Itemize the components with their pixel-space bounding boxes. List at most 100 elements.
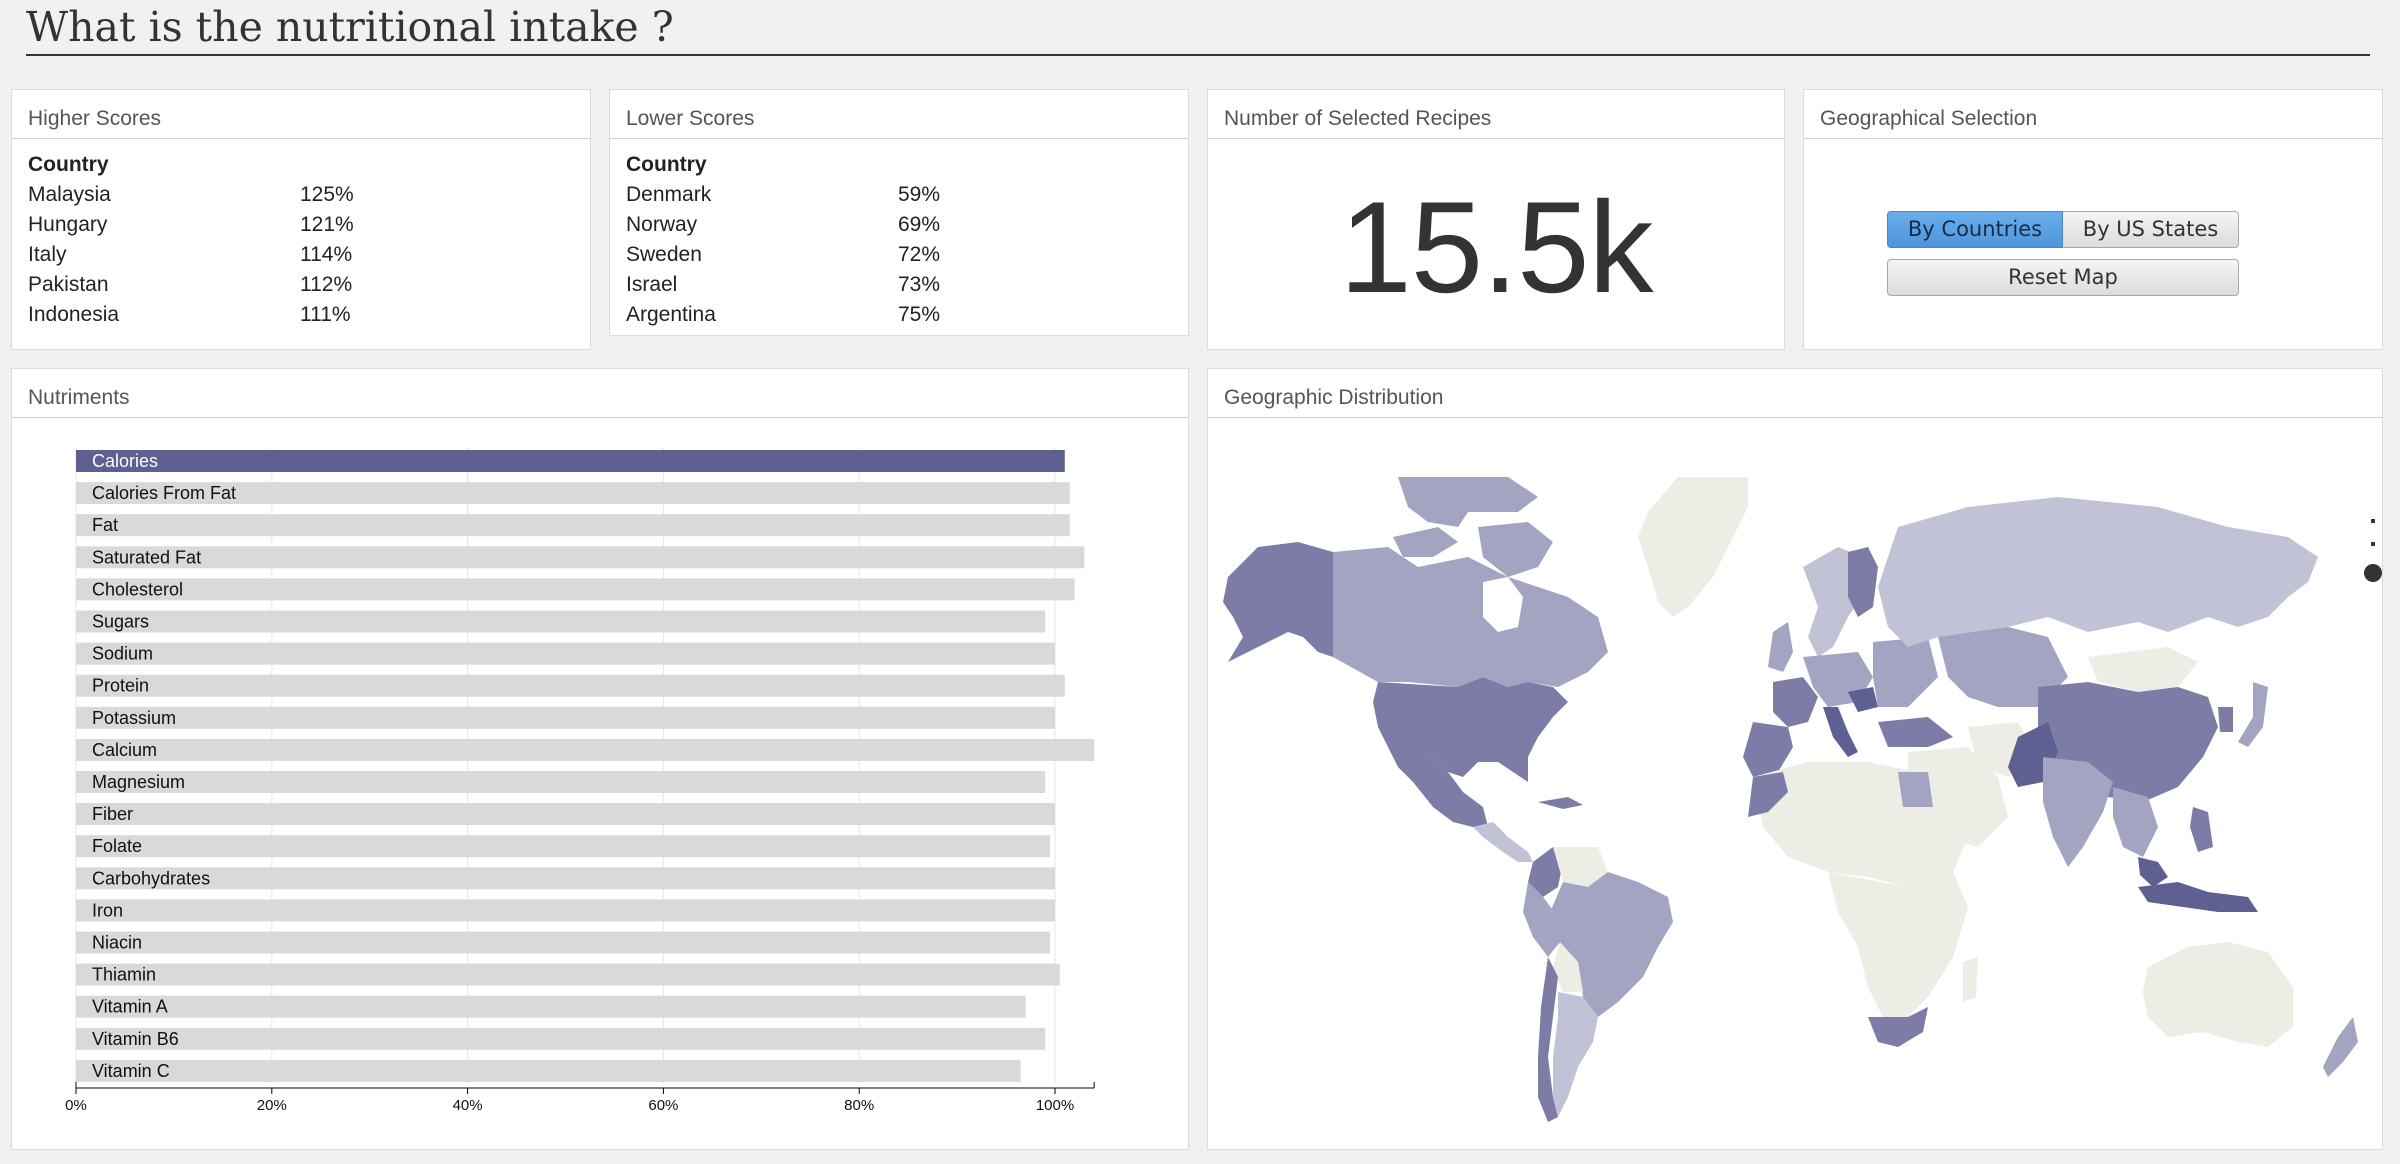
country-name: Pakistan [28, 273, 109, 296]
geo-distribution-header: Geographic Distribution [1208, 369, 2382, 418]
zoom-out-marker[interactable] [2371, 542, 2375, 546]
map-region-australia[interactable] [2143, 942, 2293, 1047]
map-region-arctic-islands[interactable] [1393, 527, 1458, 557]
lower-scores-panel: Lower Scores Country Denmark 59% Norway 69… [609, 89, 1189, 336]
bar-label: Calcium [92, 740, 157, 760]
bar-label: Niacin [92, 933, 142, 953]
bar-carbohydrates[interactable] [76, 867, 1055, 890]
map-region-arctic-islands[interactable] [1398, 477, 1538, 527]
bar-niacin[interactable] [76, 931, 1051, 954]
table-row[interactable]: Hungary 121% [28, 210, 354, 240]
zoom-in-marker[interactable] [2371, 519, 2375, 523]
map-region-france[interactable] [1773, 677, 1818, 727]
bar-thiamin[interactable] [76, 963, 1060, 986]
table-row[interactable]: Sweden 72% [626, 240, 940, 270]
bar-label: Magnesium [92, 772, 185, 792]
map-region-italy[interactable] [1823, 707, 1858, 757]
bar-sugars[interactable] [76, 610, 1046, 633]
table-row[interactable]: Denmark 59% [626, 180, 940, 210]
table-row[interactable]: Malaysia 125% [28, 180, 354, 210]
score-value: 73% [898, 273, 941, 296]
map-region-russia[interactable] [1878, 497, 2318, 647]
bar-label: Cholesterol [92, 579, 183, 599]
country-name: Norway [626, 213, 698, 236]
by-countries-button[interactable]: By Countries [1887, 211, 2063, 248]
bar-magnesium[interactable] [76, 771, 1046, 793]
map-region-uk[interactable] [1768, 622, 1793, 672]
country-name: Argentina [626, 303, 716, 326]
country-name: Hungary [28, 213, 108, 236]
bar-saturated-fat[interactable] [76, 546, 1085, 569]
map-region-alaska[interactable] [1223, 542, 1333, 662]
table-row[interactable]: Indonesia 111% [28, 300, 354, 330]
table-row[interactable]: Argentina 75% [626, 300, 940, 330]
map-region-greenland[interactable] [1638, 477, 1748, 617]
table-row[interactable]: Italy 114% [28, 240, 354, 270]
bar-iron[interactable] [76, 899, 1055, 922]
map-region-argentina[interactable] [1553, 992, 1598, 1117]
map-region-eastern-europe[interactable] [1873, 637, 1938, 707]
bar-label: Carbohydrates [92, 868, 210, 888]
map-zoom-controls[interactable] [2364, 519, 2382, 582]
bar-label: Sodium [92, 644, 153, 664]
bar-label: Protein [92, 676, 149, 696]
world-map[interactable] [1208, 417, 2382, 1149]
nutriments-header: Nutriments [12, 369, 1188, 418]
map-region-japan[interactable] [2238, 682, 2268, 747]
bar-label: Fiber [92, 804, 133, 824]
bar-fiber[interactable] [76, 803, 1055, 826]
bar-label: Potassium [92, 708, 176, 728]
x-tick-label: 40% [453, 1097, 483, 1114]
bar-label: Vitamin A [92, 997, 168, 1017]
map-region-turkey[interactable] [1878, 717, 1953, 747]
lower-scores-table: Country Denmark 59% Norway 69% Sweden 72% I… [626, 150, 940, 330]
map-region-central-africa[interactable] [1828, 872, 1968, 1017]
bar-calories[interactable] [76, 450, 1065, 472]
map-region-malaysia[interactable] [2138, 857, 2168, 887]
bar-label: Calories [92, 451, 158, 471]
bar-potassium[interactable] [76, 706, 1055, 729]
bar-label: Calories From Fat [92, 483, 236, 503]
map-region-caribbean[interactable] [1538, 797, 1583, 809]
map-region-egypt[interactable] [1898, 772, 1933, 807]
lower-scores-header: Lower Scores [610, 90, 1188, 139]
reset-map-button[interactable]: Reset Map [1887, 259, 2239, 296]
map-region-mongolia[interactable] [2088, 647, 2198, 692]
table-row[interactable]: Israel 73% [626, 270, 940, 300]
bar-label: Folate [92, 836, 142, 856]
map-region-central-america[interactable] [1473, 822, 1533, 862]
score-value: 121% [300, 213, 354, 236]
score-value: 112% [300, 273, 353, 296]
bar-sodium[interactable] [76, 642, 1055, 665]
zoom-handle[interactable] [2364, 564, 2382, 582]
score-value: 125% [300, 183, 354, 206]
x-tick-label: 80% [844, 1097, 874, 1114]
by-us-states-button[interactable]: By US States [2063, 211, 2239, 248]
map-region-new-zealand[interactable] [2323, 1017, 2358, 1077]
map-region-indonesia[interactable] [2138, 882, 2258, 912]
bar-vitamin-a[interactable] [76, 995, 1026, 1018]
bar-fat[interactable] [76, 514, 1070, 537]
map-countries [1223, 477, 2358, 1122]
bar-vitamin-b6[interactable] [76, 1027, 1046, 1050]
table-row[interactable]: Norway 69% [626, 210, 940, 240]
map-region-madagascar[interactable] [1963, 957, 1978, 1002]
geo-mode-toggle: By Countries By US States [1887, 211, 2239, 248]
country-name: Sweden [626, 243, 702, 266]
bar-calcium[interactable] [76, 738, 1095, 761]
bar-protein[interactable] [76, 674, 1065, 697]
score-value: 111% [300, 303, 351, 326]
x-tick-label: 100% [1036, 1097, 1074, 1114]
country-name: Indonesia [28, 303, 120, 326]
map-region-philippines[interactable] [2190, 807, 2213, 852]
bar-vitamin-c[interactable] [76, 1059, 1021, 1082]
nutriments-panel: Nutriments Calories Calories From Fat Fat S… [11, 368, 1189, 1150]
higher-scores-panel: Higher Scores Country Malaysia 125% Hunga… [11, 89, 591, 350]
geo-selection-header: Geographical Selection [1804, 90, 2382, 139]
map-region-canada[interactable] [1333, 547, 1608, 687]
bar-folate[interactable] [76, 835, 1051, 858]
higher-scores-table: Country Malaysia 125% Hungary 121% Italy 11… [28, 150, 354, 330]
table-row[interactable]: Pakistan 112% [28, 270, 354, 300]
map-region-korea[interactable] [2218, 707, 2233, 732]
bar-cholesterol[interactable] [76, 578, 1075, 601]
